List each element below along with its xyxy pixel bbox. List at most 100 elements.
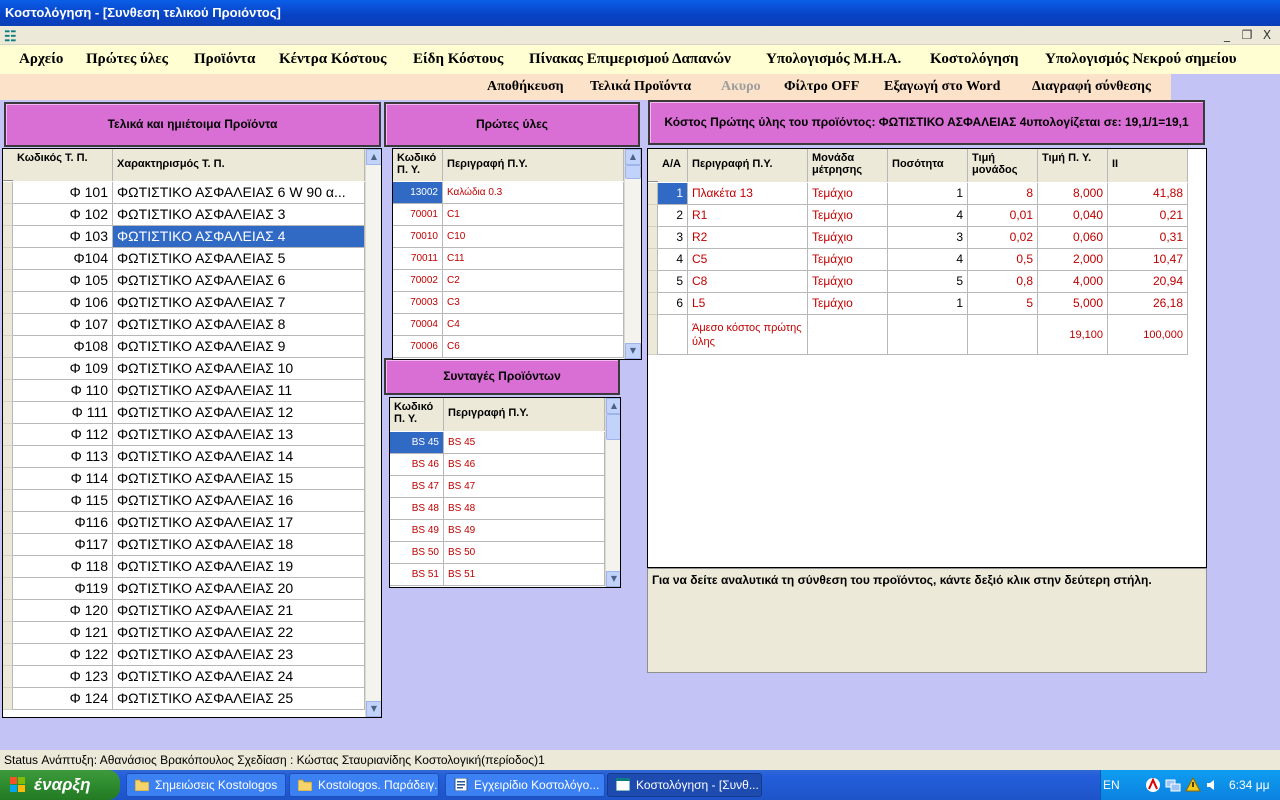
row-selector[interactable] xyxy=(3,468,13,490)
cost-cell-unit[interactable]: Τεμάχιο xyxy=(808,205,888,227)
language-indicator[interactable]: EN xyxy=(1103,778,1120,792)
recipe-cell-code[interactable]: BS 48 xyxy=(390,498,444,520)
acrobat-icon[interactable] xyxy=(1145,777,1161,793)
product-cell-name[interactable]: ΦΩΤΙΣΤΙΚΟ ΑΣΦΑΛΕΙΑΣ 3 xyxy=(113,204,365,226)
row-selector[interactable] xyxy=(3,226,13,248)
cost-cell-qty[interactable]: 1 xyxy=(888,293,968,315)
mdi-minimize-button[interactable]: _ xyxy=(1218,27,1236,43)
row-selector[interactable] xyxy=(3,446,13,468)
recipes-scrollbar[interactable]: ▲ ▼ xyxy=(605,398,620,587)
recipe-cell-desc[interactable]: BS 49 xyxy=(444,520,605,542)
menu-costing[interactable]: Κοστολόγηση xyxy=(930,45,1019,74)
raw-material-cell-code[interactable]: 70004 xyxy=(393,314,443,336)
cost-cell-price[interactable]: 0,5 xyxy=(968,249,1038,271)
row-selector[interactable] xyxy=(3,402,13,424)
cost-cell-desc[interactable]: C5 xyxy=(688,249,808,271)
raw-material-cell-desc[interactable]: C6 xyxy=(443,336,624,358)
cost-cell-pct[interactable]: 26,18 xyxy=(1108,293,1188,315)
taskbar-item-manual[interactable]: Εγχειρίδιο Κοστολόγο... xyxy=(445,773,605,797)
row-selector[interactable] xyxy=(3,314,13,336)
recipes-grid[interactable]: Κωδικό Π. Υ. Περιγραφή Π.Υ. ▲ ▼ BS 45 BS … xyxy=(389,397,621,588)
raw-material-cell-code[interactable]: 70010 xyxy=(393,226,443,248)
recipe-cell-desc[interactable]: BS 50 xyxy=(444,542,605,564)
recipe-cell-desc[interactable]: BS 51 xyxy=(444,564,605,586)
product-cell-code[interactable]: Φ 102 xyxy=(13,204,113,226)
product-cell-code[interactable]: Φ 122 xyxy=(13,644,113,666)
product-cell-code[interactable]: Φ 109 xyxy=(13,358,113,380)
column-header-recipe-code[interactable]: Κωδικό Π. Υ. xyxy=(390,398,444,431)
column-header-unit-price[interactable]: Τιμή μονάδος xyxy=(968,149,1038,182)
products-header-button[interactable]: Τελικά και ημιέτοιμα Προϊόντα xyxy=(4,102,381,147)
product-cell-name[interactable]: ΦΩΤΙΣΤΙΚΟ ΑΣΦΑΛΕΙΑΣ 12 xyxy=(113,402,365,424)
product-cell-name[interactable]: ΦΩΤΙΣΤΙΚΟ ΑΣΦΑΛΕΙΑΣ 25 xyxy=(113,688,365,710)
raw-materials-header-button[interactable]: Πρώτες ύλες xyxy=(384,102,640,147)
menu-file[interactable]: Αρχείο xyxy=(19,45,63,74)
product-cell-name[interactable]: ΦΩΤΙΣΤΙΚΟ ΑΣΦΑΛΕΙΑΣ 4 xyxy=(113,226,365,248)
raw-material-cell-desc[interactable]: C4 xyxy=(443,314,624,336)
product-cell-name[interactable]: ΦΩΤΙΣΤΙΚΟ ΑΣΦΑΛΕΙΑΣ 21 xyxy=(113,600,365,622)
recipe-cell-code[interactable]: BS 45 xyxy=(390,432,444,454)
raw-material-cell-desc[interactable]: C1 xyxy=(443,204,624,226)
network-icon[interactable] xyxy=(1165,777,1181,793)
menu-raw-materials[interactable]: Πρώτες ύλες xyxy=(86,45,168,74)
product-cell-code[interactable]: Φ 114 xyxy=(13,468,113,490)
cost-cell-total[interactable]: 4,000 xyxy=(1038,271,1108,293)
mdi-close-button[interactable]: X xyxy=(1258,27,1276,43)
product-cell-code[interactable]: Φ 120 xyxy=(13,600,113,622)
scroll-thumb[interactable] xyxy=(606,414,620,440)
product-cell-code[interactable]: Φ 106 xyxy=(13,292,113,314)
product-cell-name[interactable]: ΦΩΤΙΣΤΙΚΟ ΑΣΦΑΛΕΙΑΣ 23 xyxy=(113,644,365,666)
raw-material-cell-desc[interactable]: C11 xyxy=(443,248,624,270)
cost-cell-aa[interactable]: 3 xyxy=(658,227,688,249)
taskbar-item-costing-app[interactable]: Κοστολόγηση - [Συνθ... xyxy=(607,773,762,797)
row-selector[interactable] xyxy=(648,205,658,227)
product-cell-name[interactable]: ΦΩΤΙΣΤΙΚΟ ΑΣΦΑΛΕΙΑΣ 19 xyxy=(113,556,365,578)
cost-cell-qty[interactable]: 4 xyxy=(888,249,968,271)
scroll-down-icon[interactable]: ▼ xyxy=(366,701,381,717)
raw-materials-grid[interactable]: Κωδικό Π. Υ. Περιγραφή Π.Υ. ▲ ▼ 13002 Καλ… xyxy=(392,148,642,360)
clock[interactable]: 6:34 μμ xyxy=(1229,778,1270,792)
raw-material-cell-code[interactable]: 70011 xyxy=(393,248,443,270)
scroll-down-icon[interactable]: ▼ xyxy=(606,571,620,587)
cost-cell-aa[interactable]: 5 xyxy=(658,271,688,293)
cost-cell-qty[interactable]: 4 xyxy=(888,205,968,227)
product-cell-code[interactable]: Φ 101 xyxy=(13,182,113,204)
start-button[interactable]: έναρξη xyxy=(0,770,120,800)
scroll-down-icon[interactable]: ▼ xyxy=(625,343,641,359)
row-selector[interactable] xyxy=(3,204,13,226)
cost-cell-pct[interactable]: 0,31 xyxy=(1108,227,1188,249)
cost-cell-price[interactable]: 0,02 xyxy=(968,227,1038,249)
row-selector[interactable] xyxy=(3,534,13,556)
row-selector[interactable] xyxy=(3,490,13,512)
product-cell-code[interactable]: Φ 113 xyxy=(13,446,113,468)
column-header-name[interactable]: Χαρακτηρισμός Τ. Π. xyxy=(113,149,365,181)
raw-materials-scrollbar[interactable]: ▲ ▼ xyxy=(624,149,641,359)
product-cell-code[interactable]: Φ 111 xyxy=(13,402,113,424)
cost-cell-unit[interactable]: Τεμάχιο xyxy=(808,271,888,293)
column-header-raw-desc[interactable]: Περιγραφή Π.Υ. xyxy=(443,149,624,181)
row-selector[interactable] xyxy=(3,380,13,402)
raw-material-cell-desc[interactable]: C2 xyxy=(443,270,624,292)
recipe-cell-code[interactable]: BS 46 xyxy=(390,454,444,476)
filter-off-button[interactable]: Φίλτρο OFF xyxy=(784,74,859,100)
row-selector[interactable] xyxy=(3,556,13,578)
raw-material-cell-code[interactable]: 13002 xyxy=(393,182,443,204)
mdi-restore-button[interactable]: ❐ xyxy=(1238,27,1256,43)
product-cell-code[interactable]: Φ 123 xyxy=(13,666,113,688)
row-selector[interactable] xyxy=(648,227,658,249)
cost-cell-aa[interactable]: 6 xyxy=(658,293,688,315)
products-scrollbar[interactable]: ▲ ▼ xyxy=(365,149,381,717)
column-header-raw-code[interactable]: Κωδικό Π. Υ. xyxy=(393,149,443,181)
recipe-cell-desc[interactable]: BS 46 xyxy=(444,454,605,476)
row-selector[interactable] xyxy=(3,600,13,622)
product-cell-name[interactable]: ΦΩΤΙΣΤΙΚΟ ΑΣΦΑΛΕΙΑΣ 13 xyxy=(113,424,365,446)
product-cell-name[interactable]: ΦΩΤΙΣΤΙΚΟ ΑΣΦΑΛΕΙΑΣ 6 W 90 α... xyxy=(113,182,365,204)
product-cell-code[interactable]: Φ116 xyxy=(13,512,113,534)
column-header-total[interactable]: Τιμή Π. Υ. xyxy=(1038,149,1108,182)
product-cell-name[interactable]: ΦΩΤΙΣΤΙΚΟ ΑΣΦΑΛΕΙΑΣ 15 xyxy=(113,468,365,490)
recipe-cell-desc[interactable]: BS 48 xyxy=(444,498,605,520)
product-cell-name[interactable]: ΦΩΤΙΣΤΙΚΟ ΑΣΦΑΛΕΙΑΣ 14 xyxy=(113,446,365,468)
product-cell-code[interactable]: Φ 118 xyxy=(13,556,113,578)
cost-cell-pct[interactable]: 41,88 xyxy=(1108,183,1188,205)
menu-cost-centers[interactable]: Κέντρα Κόστους xyxy=(279,45,386,74)
